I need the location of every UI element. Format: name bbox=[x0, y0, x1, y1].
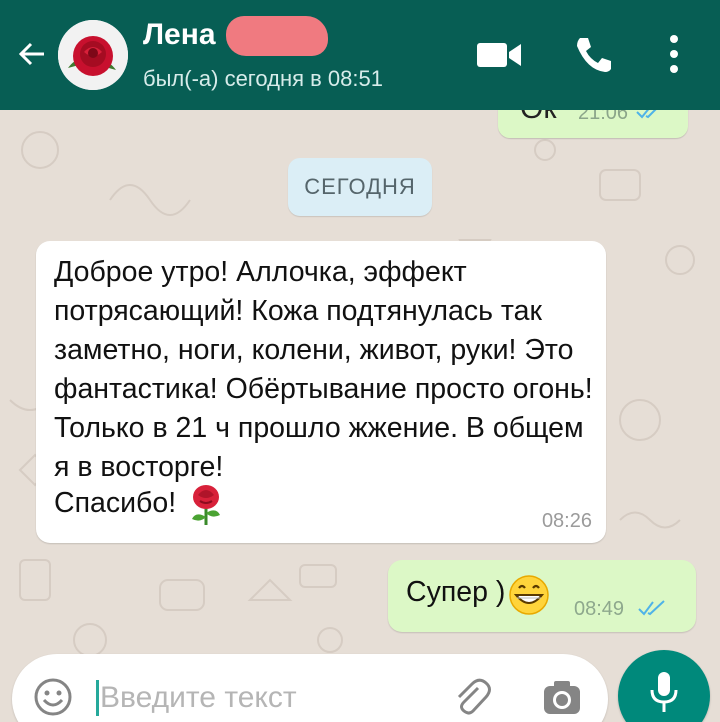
grinning-emoji bbox=[509, 575, 549, 615]
contact-name[interactable]: Лена bbox=[143, 18, 216, 52]
message-input[interactable] bbox=[100, 676, 420, 720]
redaction-mark bbox=[226, 16, 328, 56]
date-divider: СЕГОДНЯ bbox=[288, 158, 432, 216]
phone-call-icon[interactable] bbox=[572, 34, 612, 74]
mic-icon bbox=[650, 672, 678, 712]
text-cursor bbox=[96, 680, 99, 716]
read-ticks-icon bbox=[638, 600, 665, 616]
attach-icon[interactable] bbox=[452, 676, 492, 716]
outgoing-message-time: 08:49 bbox=[574, 598, 625, 620]
back-arrow-icon[interactable] bbox=[14, 36, 50, 72]
outgoing-message-bubble[interactable]: Супер ) 08:49 bbox=[388, 560, 696, 632]
outgoing-message-text: Супер ) bbox=[406, 576, 506, 608]
contact-last-seen: был(-а) сегодня в 08:51 bbox=[143, 66, 383, 91]
chat-header: Лена был(-а) сегодня в 08:51 bbox=[0, 0, 720, 110]
incoming-message-thanks: Спасибо! bbox=[54, 487, 177, 519]
video-call-icon[interactable] bbox=[475, 38, 523, 72]
rose-avatar-icon bbox=[58, 20, 128, 90]
contact-avatar[interactable] bbox=[58, 20, 128, 90]
message-composer bbox=[12, 654, 608, 722]
incoming-message-text: Доброе утро! Аллочка, эффект потрясающий… bbox=[54, 256, 593, 483]
emoji-icon[interactable] bbox=[32, 676, 74, 718]
camera-icon[interactable] bbox=[542, 678, 582, 716]
incoming-message-time: 08:26 bbox=[541, 510, 592, 532]
more-vert-icon[interactable] bbox=[664, 32, 684, 76]
incoming-message-bubble[interactable]: Доброе утро! Аллочка, эффект потрясающий… bbox=[36, 241, 606, 543]
rose-emoji bbox=[192, 485, 220, 525]
